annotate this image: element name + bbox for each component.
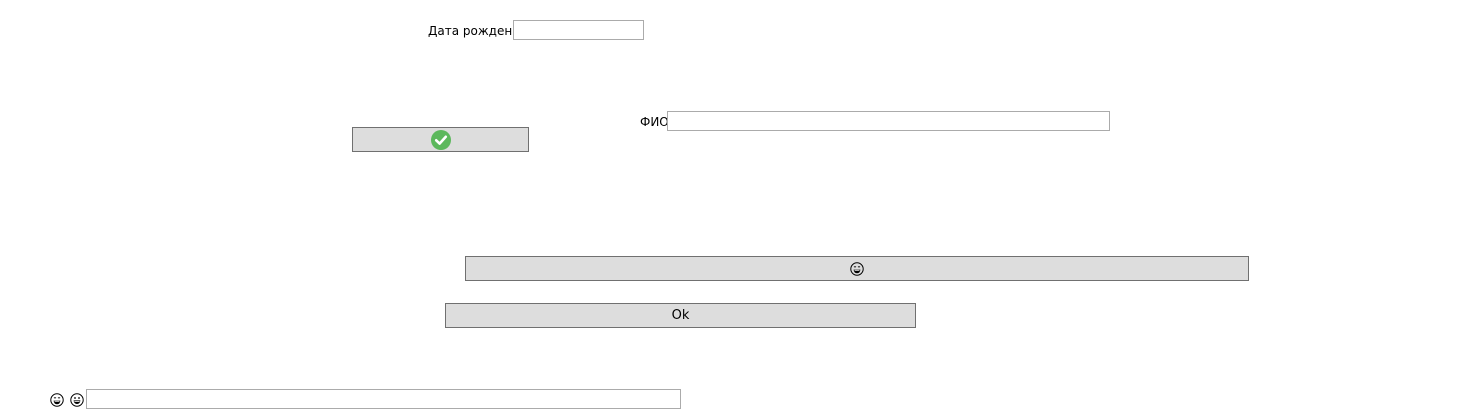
full-name-label: ФИО (640, 115, 669, 129)
grinning-sweat-face-icon (850, 261, 864, 276)
check-circle-icon (430, 129, 451, 150)
emoji-button[interactable] (465, 256, 1249, 281)
grinning-sweat-face-icon (50, 393, 64, 407)
confirm-button[interactable] (352, 127, 529, 152)
birth-date-input[interactable] (513, 20, 644, 40)
full-name-input[interactable] (667, 111, 1110, 131)
bottom-text-input[interactable] (86, 389, 681, 409)
grinning-face-icon (70, 393, 84, 407)
ok-button[interactable]: Ok (445, 303, 916, 328)
